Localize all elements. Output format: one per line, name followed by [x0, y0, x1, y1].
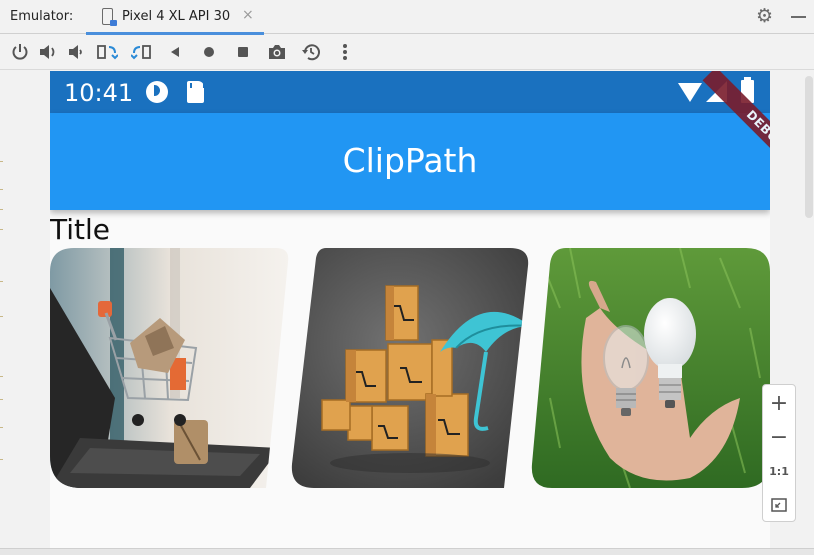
more-options-icon[interactable] [333, 41, 357, 63]
fit-screen-icon [771, 498, 787, 512]
image-card-boxes-umbrella[interactable] [290, 248, 530, 488]
overview-icon[interactable] [231, 41, 255, 63]
status-time: 10:41 [64, 79, 134, 107]
emulator-tab-bar: Emulator: Pixel 4 XL API 30 × ⚙ [0, 0, 814, 35]
zoom-in-button[interactable]: + [763, 387, 795, 419]
device-icon [102, 8, 117, 26]
emulator-label: Emulator: [10, 9, 74, 24]
section-title: Title [50, 213, 111, 246]
scrollbar-thumb[interactable] [805, 76, 813, 218]
home-icon[interactable] [197, 41, 221, 63]
zoom-out-button[interactable]: − [763, 421, 795, 453]
back-icon[interactable] [163, 41, 187, 63]
device-screen[interactable]: 10:41 ClipPath DEBUG Title [50, 71, 770, 549]
bottom-status-strip [0, 548, 814, 555]
snapshot-icon[interactable] [299, 41, 323, 63]
rotate-left-icon[interactable] [95, 41, 119, 63]
image-card-light-bulbs[interactable] [530, 248, 770, 488]
power-icon[interactable] [8, 41, 32, 63]
volume-up-icon[interactable] [36, 41, 60, 63]
device-tab-title: Pixel 4 XL API 30 [122, 9, 231, 24]
emulator-toolbar [0, 35, 814, 70]
wifi-icon [678, 83, 702, 102]
gear-icon[interactable]: ⚙ [756, 7, 773, 26]
fit-screen-button[interactable] [763, 489, 795, 521]
minimize-icon[interactable] [791, 16, 806, 18]
status-bar: 10:41 [50, 71, 770, 113]
sd-card-icon [187, 81, 205, 103]
app-bar: ClipPath [50, 113, 770, 210]
close-tab-icon[interactable]: × [242, 7, 254, 23]
image-card-laptop-cart[interactable] [50, 248, 290, 488]
camera-icon[interactable] [265, 41, 289, 63]
app-notification-icon [146, 81, 168, 103]
volume-down-icon[interactable] [64, 41, 88, 63]
zoom-actual-size-button[interactable]: 1:1 [763, 455, 795, 487]
editor-gutter [0, 71, 6, 549]
rotate-right-icon[interactable] [130, 41, 154, 63]
app-bar-title: ClipPath [342, 141, 478, 180]
zoom-controls: + − 1:1 [762, 384, 796, 522]
device-tab[interactable]: Pixel 4 XL API 30 × [86, 0, 264, 35]
